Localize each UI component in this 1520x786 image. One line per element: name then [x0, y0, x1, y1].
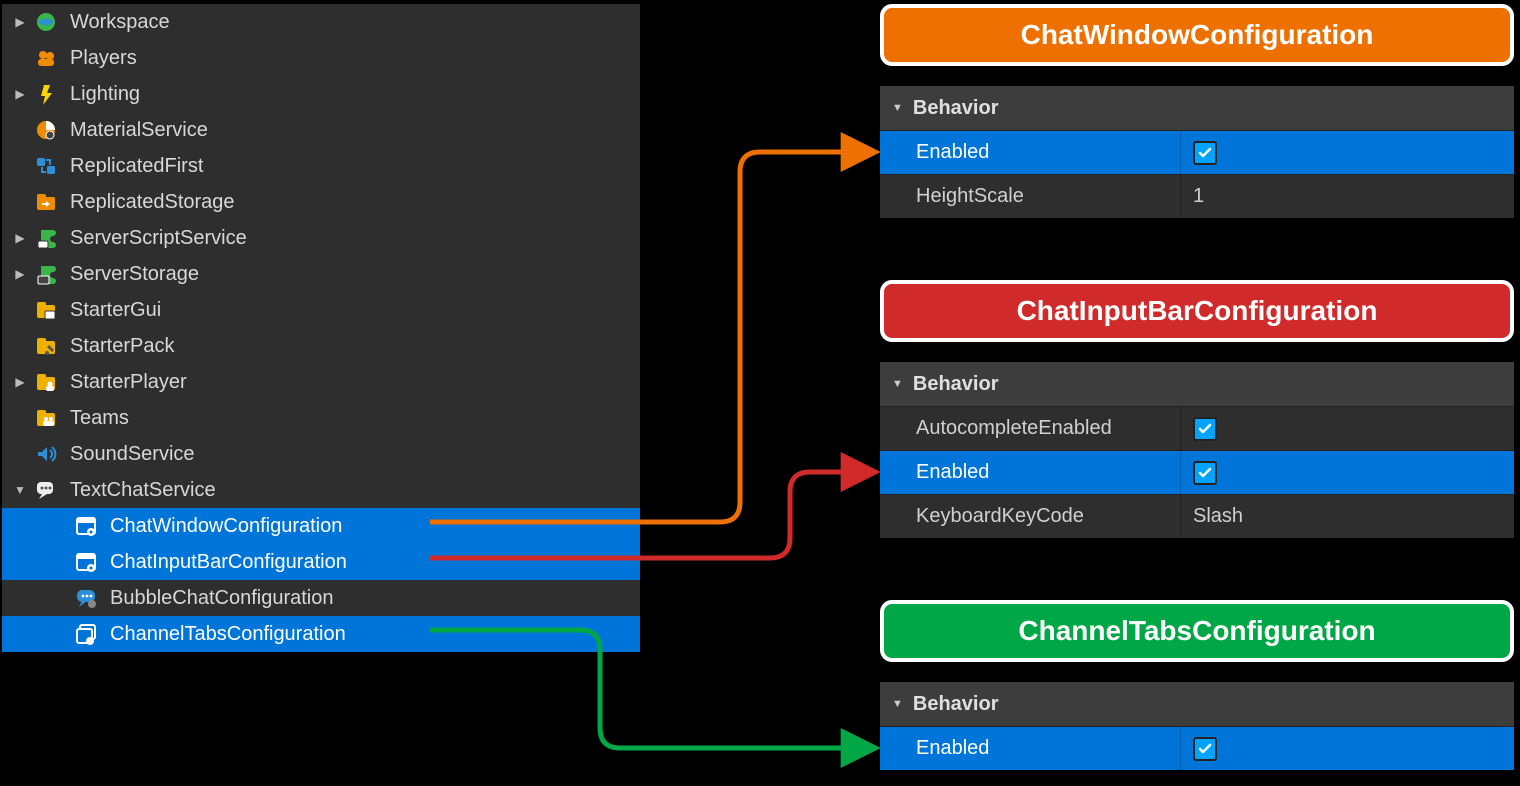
panel-title: ChatInputBarConfiguration: [880, 280, 1514, 342]
property-row-autocompleteenabled[interactable]: AutocompleteEnabled: [880, 406, 1514, 450]
tree-item-label: ReplicatedFirst: [70, 155, 203, 178]
section-label: Behavior: [913, 97, 999, 120]
expand-toggle[interactable]: ▶: [10, 231, 30, 245]
tabs-icon: [70, 618, 102, 650]
startergui-icon: [30, 294, 62, 326]
tree-item-label: StarterGui: [70, 299, 161, 322]
expand-toggle[interactable]: ▶: [10, 87, 30, 101]
chatwindow-properties: ChatWindowConfiguration ▼ Behavior Enabl…: [880, 4, 1514, 218]
expand-toggle[interactable]: ▶: [10, 375, 30, 389]
property-value[interactable]: 1: [1193, 185, 1204, 208]
tree-item-starterplayer[interactable]: ▶ StarterPlayer: [2, 364, 640, 400]
serverscript-icon: [30, 222, 62, 254]
property-row-enabled[interactable]: Enabled: [880, 726, 1514, 770]
tree-item-startergui[interactable]: StarterGui: [2, 292, 640, 328]
tree-item-materialservice[interactable]: MaterialService: [2, 112, 640, 148]
property-key: Enabled: [880, 727, 1180, 770]
property-row-enabled[interactable]: Enabled: [880, 130, 1514, 174]
property-key: Enabled: [880, 131, 1180, 174]
tree-item-channeltabsconfiguration[interactable]: ChannelTabsConfiguration: [2, 616, 640, 652]
property-row-heightscale[interactable]: HeightScale 1: [880, 174, 1514, 218]
replicatedfirst-icon: [30, 150, 62, 182]
tree-item-label: Teams: [70, 407, 129, 430]
property-key: HeightScale: [880, 175, 1180, 218]
tree-item-soundservice[interactable]: SoundService: [2, 436, 640, 472]
channeltabs-properties: ChannelTabsConfiguration ▼ Behavior Enab…: [880, 600, 1514, 770]
tree-item-starterpack[interactable]: StarterPack: [2, 328, 640, 364]
serverstorage-icon: [30, 258, 62, 290]
replicatedstorage-icon: [30, 186, 62, 218]
material-icon: [30, 114, 62, 146]
teams-icon: [30, 402, 62, 434]
tree-item-label: MaterialService: [70, 119, 208, 142]
property-key: Enabled: [880, 451, 1180, 494]
section-label: Behavior: [913, 373, 999, 396]
property-row-keyboardkeycode[interactable]: KeyboardKeyCode Slash: [880, 494, 1514, 538]
chatinputbar-properties: ChatInputBarConfiguration ▼ Behavior Aut…: [880, 280, 1514, 538]
panel-title: ChatWindowConfiguration: [880, 4, 1514, 66]
bubble-icon: [70, 582, 102, 614]
expand-toggle[interactable]: ▶: [10, 267, 30, 281]
tree-item-label: Workspace: [70, 11, 170, 34]
config-icon: [70, 510, 102, 542]
tree-item-serverscriptservice[interactable]: ▶ ServerScriptService: [2, 220, 640, 256]
starterplayer-icon: [30, 366, 62, 398]
expand-toggle[interactable]: ▶: [10, 15, 30, 29]
tree-item-players[interactable]: Players: [2, 40, 640, 76]
sound-icon: [30, 438, 62, 470]
section-header[interactable]: ▼ Behavior: [880, 362, 1514, 406]
tree-item-label: StarterPlayer: [70, 371, 187, 394]
section-label: Behavior: [913, 693, 999, 716]
tree-item-label: SoundService: [70, 443, 195, 466]
section-header[interactable]: ▼ Behavior: [880, 682, 1514, 726]
tree-item-label: Players: [70, 47, 137, 70]
lighting-icon: [30, 78, 62, 110]
starterpack-icon: [30, 330, 62, 362]
tree-item-replicatedfirst[interactable]: ReplicatedFirst: [2, 148, 640, 184]
textchat-icon: [30, 474, 62, 506]
panel-title: ChannelTabsConfiguration: [880, 600, 1514, 662]
tree-item-lighting[interactable]: ▶ Lighting: [2, 76, 640, 112]
explorer-panel: ▶ Workspace Players ▶ Lighting MaterialS…: [2, 4, 640, 652]
workspace-icon: [30, 6, 62, 38]
property-value[interactable]: Slash: [1193, 505, 1243, 528]
collapse-icon: ▼: [892, 378, 903, 390]
tree-item-serverstorage[interactable]: ▶ ServerStorage: [2, 256, 640, 292]
tree-item-replicatedstorage[interactable]: ReplicatedStorage: [2, 184, 640, 220]
tree-item-label: ChannelTabsConfiguration: [110, 623, 346, 646]
tree-item-label: ServerScriptService: [70, 227, 247, 250]
collapse-icon: ▼: [892, 698, 903, 710]
checkbox[interactable]: [1193, 461, 1217, 485]
checkbox[interactable]: [1193, 141, 1217, 165]
tree-item-label: ServerStorage: [70, 263, 199, 286]
tree-item-textchatservice[interactable]: ▼ TextChatService: [2, 472, 640, 508]
tree-item-label: ReplicatedStorage: [70, 191, 235, 214]
tree-item-teams[interactable]: Teams: [2, 400, 640, 436]
property-key: KeyboardKeyCode: [880, 495, 1180, 538]
tree-item-chatinputbarconfiguration[interactable]: ChatInputBarConfiguration: [2, 544, 640, 580]
collapse-icon: ▼: [892, 102, 903, 114]
tree-item-label: BubbleChatConfiguration: [110, 587, 334, 610]
checkbox[interactable]: [1193, 737, 1217, 761]
tree-item-label: StarterPack: [70, 335, 174, 358]
tree-item-label: TextChatService: [70, 479, 216, 502]
players-icon: [30, 42, 62, 74]
tree-item-label: Lighting: [70, 83, 140, 106]
tree-item-workspace[interactable]: ▶ Workspace: [2, 4, 640, 40]
expand-toggle[interactable]: ▼: [10, 483, 30, 497]
tree-item-label: ChatWindowConfiguration: [110, 515, 342, 538]
config-icon: [70, 546, 102, 578]
section-header[interactable]: ▼ Behavior: [880, 86, 1514, 130]
tree-item-label: ChatInputBarConfiguration: [110, 551, 347, 574]
tree-item-bubblechatconfiguration[interactable]: BubbleChatConfiguration: [2, 580, 640, 616]
checkbox[interactable]: [1193, 417, 1217, 441]
property-key: AutocompleteEnabled: [880, 407, 1180, 450]
tree-item-chatwindowconfiguration[interactable]: ChatWindowConfiguration: [2, 508, 640, 544]
property-row-enabled[interactable]: Enabled: [880, 450, 1514, 494]
